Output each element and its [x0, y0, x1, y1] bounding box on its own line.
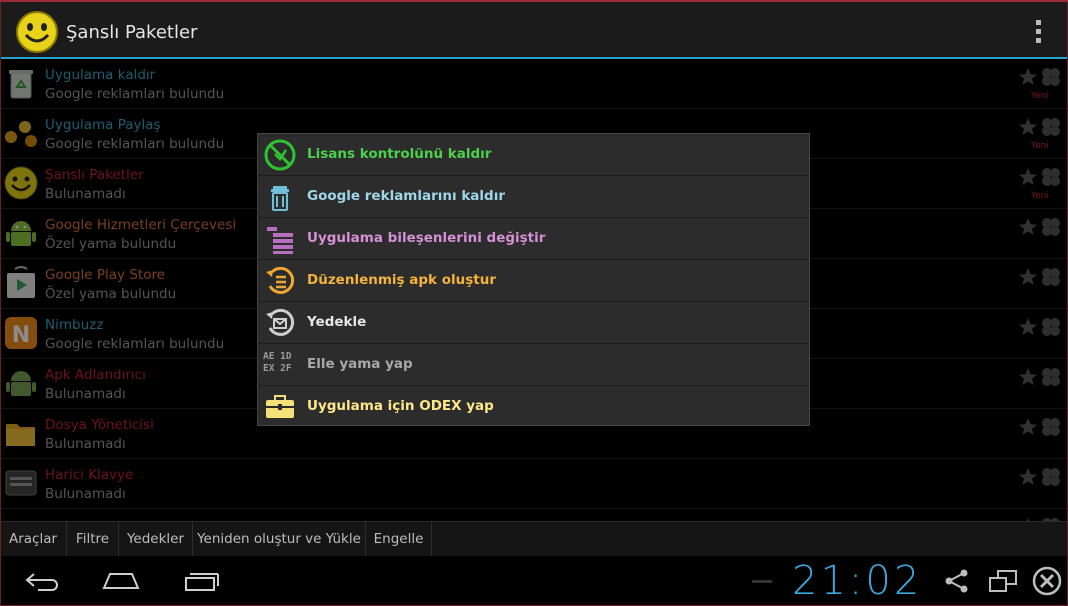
- back-icon[interactable]: [24, 570, 60, 592]
- backup-icon: [266, 308, 295, 336]
- menu-item-change-components[interactable]: Uygulama bileşenlerini değiştir: [258, 218, 809, 260]
- menu-label: Google reklamlarını kaldır: [307, 188, 505, 204]
- menu-label: Düzenlenmiş apk oluştur: [307, 272, 496, 288]
- menu-item-remove-license[interactable]: Lisans kontrolünü kaldır: [258, 134, 809, 176]
- action-bar: Şanslı Paketler: [0, 2, 1068, 59]
- menu-label: Yedekle: [307, 314, 367, 330]
- license-remove-icon: [264, 139, 296, 171]
- home-icon[interactable]: [102, 570, 140, 592]
- hex-icon-line: AE 1D: [263, 351, 292, 362]
- menu-item-backup[interactable]: Yedekle: [258, 302, 809, 344]
- tab-backups[interactable]: Yedekler: [119, 522, 193, 557]
- app-title: Şanslı Paketler: [66, 22, 198, 43]
- recent-apps-icon[interactable]: [184, 570, 220, 592]
- tab-tools[interactable]: Araçlar: [0, 522, 67, 557]
- tab-filter[interactable]: Filtre: [67, 522, 119, 557]
- menu-item-build-apk[interactable]: Düzenlenmiş apk oluştur: [258, 260, 809, 302]
- menu-label: Uygulama için ODEX yap: [307, 398, 494, 414]
- bottom-tab-bar: Araçlar Filtre Yedekler Yeniden oluştur …: [0, 521, 1068, 557]
- trash-icon: [271, 186, 289, 211]
- clock: 21:02: [792, 558, 923, 604]
- notification-dash-icon: [752, 580, 772, 583]
- menu-item-manual-patch[interactable]: AE 1D EX 2F Elle yama yap: [258, 344, 809, 386]
- menu-label: Elle yama yap: [307, 356, 413, 372]
- menu-item-odex[interactable]: Uygulama için ODEX yap: [258, 386, 809, 427]
- tab-block[interactable]: Engelle: [366, 522, 432, 557]
- menu-item-remove-ads[interactable]: Google reklamlarını kaldır: [258, 176, 809, 218]
- app-smiley-icon[interactable]: [15, 10, 59, 54]
- menu-label: Lisans kontrolünü kaldır: [307, 146, 492, 162]
- tab-rebuild-install[interactable]: Yeniden oluştur ve Yükle: [193, 522, 366, 557]
- hex-icon: AE 1D EX 2F: [263, 351, 297, 385]
- window-resize-icon[interactable]: [988, 568, 1018, 594]
- share-icon[interactable]: [944, 568, 970, 594]
- components-icon: [267, 227, 293, 254]
- rebuild-apk-icon: [266, 266, 295, 294]
- context-menu-dialog: Lisans kontrolünü kaldır Google reklamla…: [257, 133, 810, 426]
- top-accent-line: [0, 0, 1068, 2]
- close-icon[interactable]: [1032, 566, 1062, 596]
- toolbox-icon: [266, 395, 294, 418]
- menu-label: Uygulama bileşenlerini değiştir: [307, 230, 546, 246]
- hex-icon-line: EX 2F: [263, 363, 292, 374]
- overflow-menu-icon[interactable]: [1034, 20, 1042, 46]
